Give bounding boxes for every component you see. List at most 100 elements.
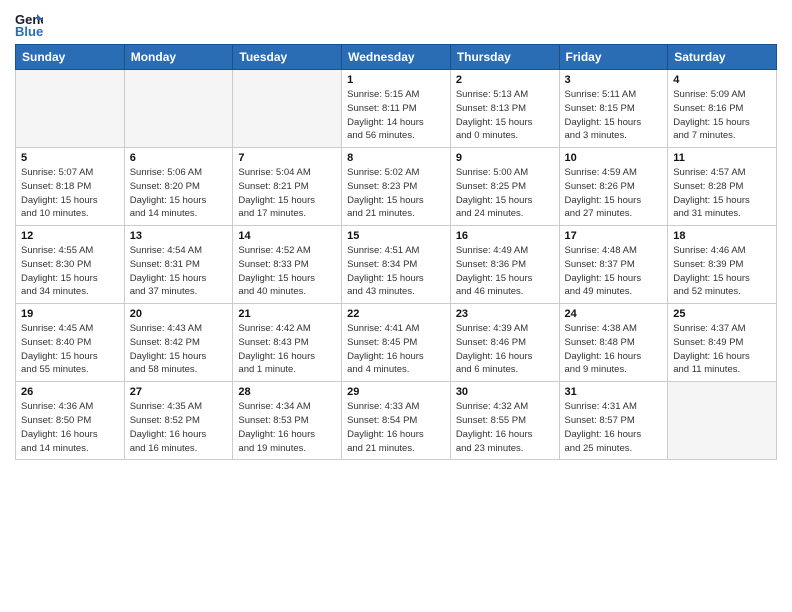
day-info: Sunrise: 4:52 AM Sunset: 8:33 PM Dayligh…: [238, 244, 336, 299]
col-header-sunday: Sunday: [16, 45, 125, 70]
day-info: Sunrise: 5:11 AM Sunset: 8:15 PM Dayligh…: [565, 88, 663, 143]
day-cell: 12 Sunrise: 4:55 AM Sunset: 8:30 PM Dayli…: [16, 226, 125, 304]
week-row-2: 5 Sunrise: 5:07 AM Sunset: 8:18 PM Daylig…: [16, 148, 777, 226]
day-cell: 11 Sunrise: 4:57 AM Sunset: 8:28 PM Dayli…: [668, 148, 777, 226]
day-info: Sunrise: 4:42 AM Sunset: 8:43 PM Dayligh…: [238, 322, 336, 377]
day-info: Sunrise: 4:32 AM Sunset: 8:55 PM Dayligh…: [456, 400, 554, 455]
day-info: Sunrise: 4:45 AM Sunset: 8:40 PM Dayligh…: [21, 322, 119, 377]
day-number: 31: [565, 386, 663, 398]
day-number: 30: [456, 386, 554, 398]
day-cell: 25Sunrise: 4:37 AM Sunset: 8:49 PM Dayli…: [668, 304, 777, 382]
day-info: Sunrise: 4:36 AM Sunset: 8:50 PM Dayligh…: [21, 400, 119, 455]
day-cell: [124, 70, 233, 148]
day-info: Sunrise: 4:48 AM Sunset: 8:37 PM Dayligh…: [565, 244, 663, 299]
day-info: Sunrise: 4:51 AM Sunset: 8:34 PM Dayligh…: [347, 244, 445, 299]
day-number: 12: [21, 230, 119, 242]
day-info: Sunrise: 5:07 AM Sunset: 8:18 PM Dayligh…: [21, 166, 119, 221]
day-cell: 3 Sunrise: 5:11 AM Sunset: 8:15 PM Daylig…: [559, 70, 668, 148]
day-cell: 15 Sunrise: 4:51 AM Sunset: 8:34 PM Dayli…: [342, 226, 451, 304]
logo: General Blue: [15, 10, 47, 38]
day-cell: 29 Sunrise: 4:33 AM Sunset: 8:54 PM Dayli…: [342, 382, 451, 460]
week-row-5: 26 Sunrise: 4:36 AM Sunset: 8:50 PM Dayli…: [16, 382, 777, 460]
day-cell: 2 Sunrise: 5:13 AM Sunset: 8:13 PM Daylig…: [450, 70, 559, 148]
day-number: 28: [238, 386, 336, 398]
day-cell: 4 Sunrise: 5:09 AM Sunset: 8:16 PM Daylig…: [668, 70, 777, 148]
day-info: Sunrise: 5:09 AM Sunset: 8:16 PM Dayligh…: [673, 88, 771, 143]
day-cell: 14 Sunrise: 4:52 AM Sunset: 8:33 PM Dayli…: [233, 226, 342, 304]
day-cell: [233, 70, 342, 148]
day-info: Sunrise: 4:34 AM Sunset: 8:53 PM Dayligh…: [238, 400, 336, 455]
day-cell: 21 Sunrise: 4:42 AM Sunset: 8:43 PM Dayli…: [233, 304, 342, 382]
day-info: Sunrise: 4:46 AM Sunset: 8:39 PM Dayligh…: [673, 244, 771, 299]
day-number: 27: [130, 386, 228, 398]
day-number: 26: [21, 386, 119, 398]
day-number: 10: [565, 152, 663, 164]
day-number: 29: [347, 386, 445, 398]
day-number: 11: [673, 152, 771, 164]
page: General Blue SundayMondayTuesdayWednesda…: [0, 0, 792, 470]
week-row-1: 1 Sunrise: 5:15 AM Sunset: 8:11 PM Daylig…: [16, 70, 777, 148]
day-number: 6: [130, 152, 228, 164]
day-number: 20: [130, 308, 228, 320]
day-info: Sunrise: 5:02 AM Sunset: 8:23 PM Dayligh…: [347, 166, 445, 221]
logo-icon: General Blue: [15, 10, 43, 38]
day-number: 19: [21, 308, 119, 320]
day-info: Sunrise: 4:59 AM Sunset: 8:26 PM Dayligh…: [565, 166, 663, 221]
day-info: Sunrise: 4:43 AM Sunset: 8:42 PM Dayligh…: [130, 322, 228, 377]
col-header-thursday: Thursday: [450, 45, 559, 70]
day-number: 21: [238, 308, 336, 320]
svg-text:Blue: Blue: [15, 24, 43, 38]
day-cell: 22Sunrise: 4:41 AM Sunset: 8:45 PM Dayli…: [342, 304, 451, 382]
day-number: 4: [673, 74, 771, 86]
day-info: Sunrise: 5:13 AM Sunset: 8:13 PM Dayligh…: [456, 88, 554, 143]
day-number: 14: [238, 230, 336, 242]
week-row-3: 12 Sunrise: 4:55 AM Sunset: 8:30 PM Dayli…: [16, 226, 777, 304]
day-info: Sunrise: 5:00 AM Sunset: 8:25 PM Dayligh…: [456, 166, 554, 221]
day-cell: 20 Sunrise: 4:43 AM Sunset: 8:42 PM Dayli…: [124, 304, 233, 382]
day-number: 16: [456, 230, 554, 242]
day-number: 2: [456, 74, 554, 86]
day-number: 22: [347, 308, 445, 320]
day-number: 23: [456, 308, 554, 320]
day-info: Sunrise: 5:04 AM Sunset: 8:21 PM Dayligh…: [238, 166, 336, 221]
col-header-saturday: Saturday: [668, 45, 777, 70]
day-cell: 13 Sunrise: 4:54 AM Sunset: 8:31 PM Dayli…: [124, 226, 233, 304]
day-cell: [16, 70, 125, 148]
day-cell: 8 Sunrise: 5:02 AM Sunset: 8:23 PM Daylig…: [342, 148, 451, 226]
day-info: Sunrise: 4:35 AM Sunset: 8:52 PM Dayligh…: [130, 400, 228, 455]
day-cell: 17 Sunrise: 4:48 AM Sunset: 8:37 PM Dayli…: [559, 226, 668, 304]
day-number: 1: [347, 74, 445, 86]
day-number: 9: [456, 152, 554, 164]
week-row-4: 19 Sunrise: 4:45 AM Sunset: 8:40 PM Dayli…: [16, 304, 777, 382]
day-info: Sunrise: 4:49 AM Sunset: 8:36 PM Dayligh…: [456, 244, 554, 299]
day-cell: 9 Sunrise: 5:00 AM Sunset: 8:25 PM Daylig…: [450, 148, 559, 226]
day-info: Sunrise: 4:31 AM Sunset: 8:57 PM Dayligh…: [565, 400, 663, 455]
day-cell: 24 Sunrise: 4:38 AM Sunset: 8:48 PM Dayli…: [559, 304, 668, 382]
col-header-wednesday: Wednesday: [342, 45, 451, 70]
day-number: 18: [673, 230, 771, 242]
day-number: 13: [130, 230, 228, 242]
day-info: Sunrise: 4:57 AM Sunset: 8:28 PM Dayligh…: [673, 166, 771, 221]
day-info: Sunrise: 4:54 AM Sunset: 8:31 PM Dayligh…: [130, 244, 228, 299]
day-number: 5: [21, 152, 119, 164]
day-number: 8: [347, 152, 445, 164]
day-cell: 31 Sunrise: 4:31 AM Sunset: 8:57 PM Dayli…: [559, 382, 668, 460]
day-number: 3: [565, 74, 663, 86]
day-number: 15: [347, 230, 445, 242]
day-number: 17: [565, 230, 663, 242]
day-cell: 10 Sunrise: 4:59 AM Sunset: 8:26 PM Dayli…: [559, 148, 668, 226]
day-info: Sunrise: 5:15 AM Sunset: 8:11 PM Dayligh…: [347, 88, 445, 143]
day-info: Sunrise: 4:38 AM Sunset: 8:48 PM Dayligh…: [565, 322, 663, 377]
day-info: Sunrise: 4:55 AM Sunset: 8:30 PM Dayligh…: [21, 244, 119, 299]
day-cell: 30 Sunrise: 4:32 AM Sunset: 8:55 PM Dayli…: [450, 382, 559, 460]
col-header-friday: Friday: [559, 45, 668, 70]
header: General Blue: [15, 10, 777, 38]
col-header-tuesday: Tuesday: [233, 45, 342, 70]
day-cell: 1 Sunrise: 5:15 AM Sunset: 8:11 PM Daylig…: [342, 70, 451, 148]
day-number: 7: [238, 152, 336, 164]
day-cell: 5 Sunrise: 5:07 AM Sunset: 8:18 PM Daylig…: [16, 148, 125, 226]
day-number: 24: [565, 308, 663, 320]
day-info: Sunrise: 4:33 AM Sunset: 8:54 PM Dayligh…: [347, 400, 445, 455]
day-cell: 26 Sunrise: 4:36 AM Sunset: 8:50 PM Dayli…: [16, 382, 125, 460]
day-cell: 27 Sunrise: 4:35 AM Sunset: 8:52 PM Dayli…: [124, 382, 233, 460]
